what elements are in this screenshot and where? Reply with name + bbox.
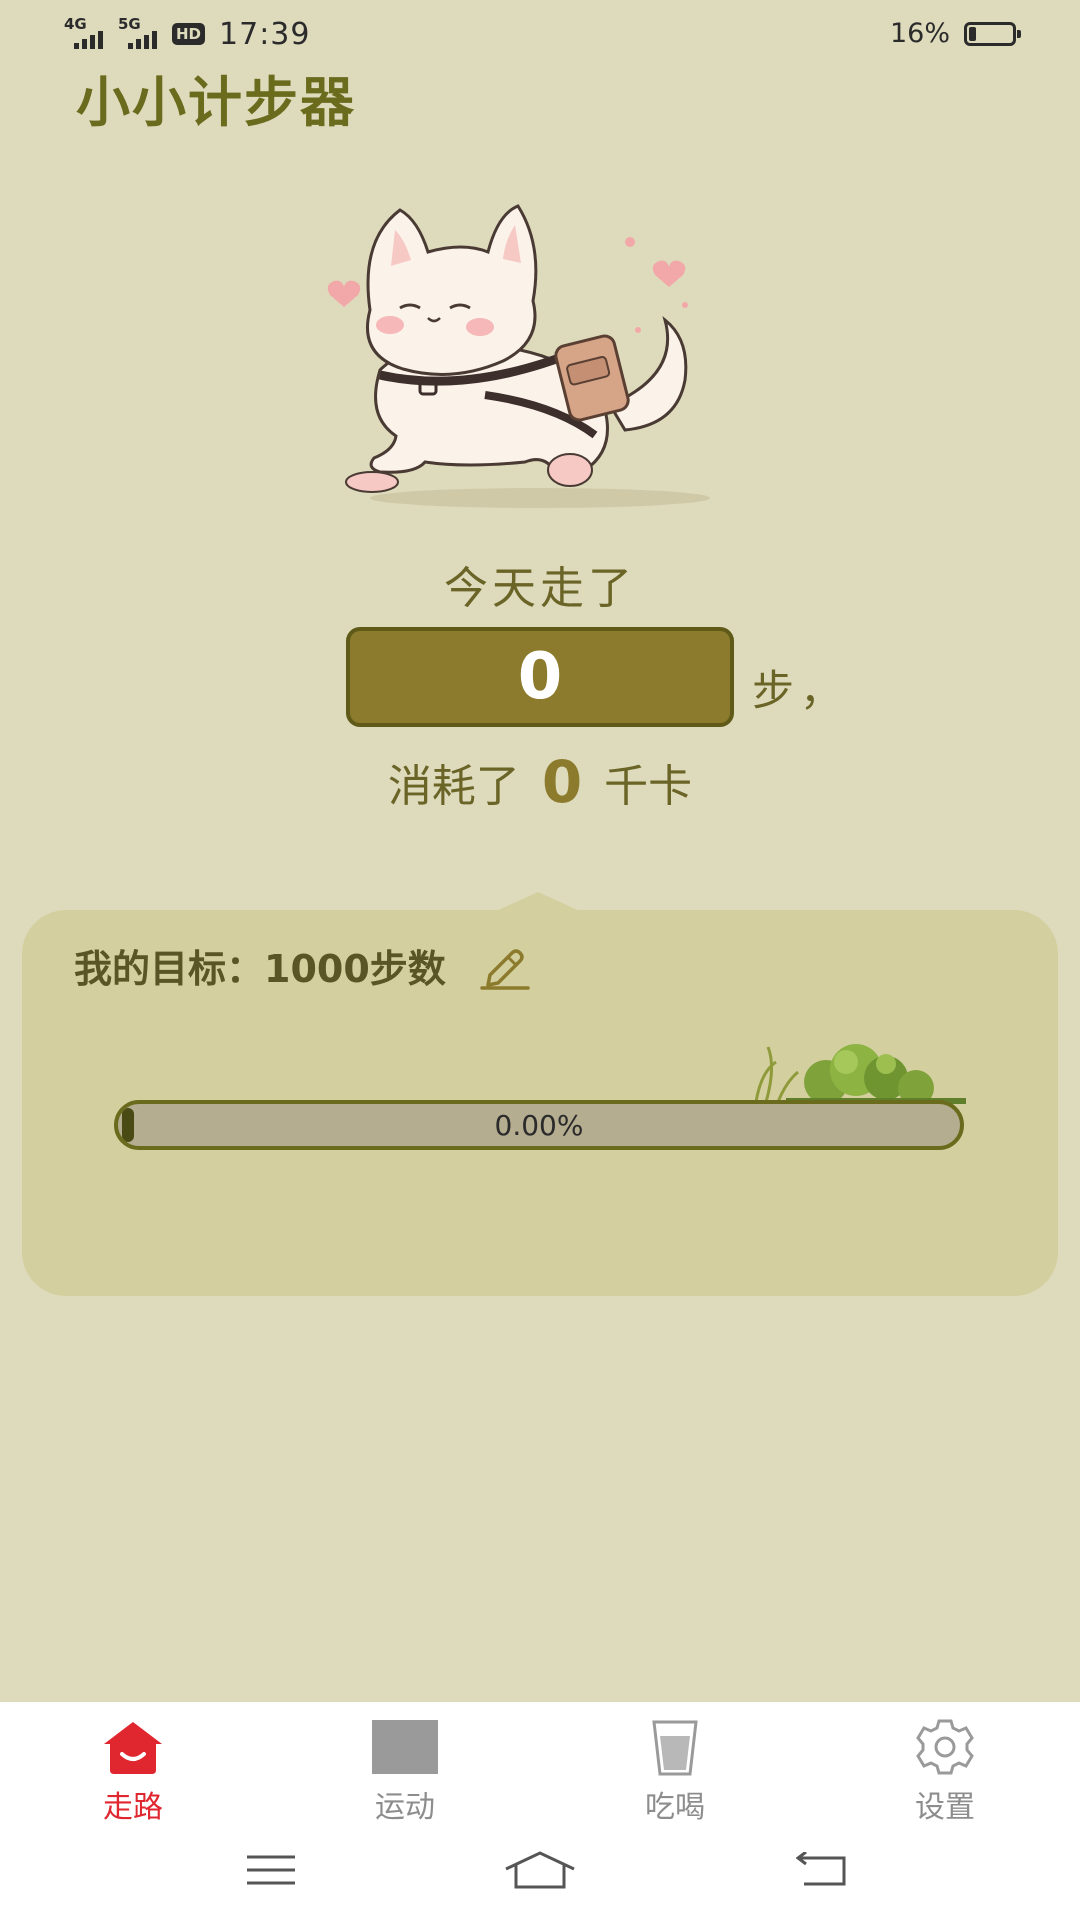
calorie-row: 消耗了 0 千卡 — [0, 748, 1080, 816]
edit-goal-button[interactable] — [476, 941, 532, 991]
gear-icon — [916, 1719, 974, 1775]
steps-unit-label: 步， — [752, 666, 849, 715]
step-count-value: 0 — [517, 640, 563, 714]
battery-percent: 16% — [889, 18, 950, 49]
tab-settings[interactable]: 设置 — [870, 1718, 1020, 1826]
tab-walk-label: 走路 — [103, 1790, 163, 1825]
home-outline-icon — [505, 1851, 575, 1889]
calorie-value: 0 — [541, 748, 583, 816]
progress-percent: 0.00% — [494, 1108, 584, 1142]
menu-nav-button[interactable] — [231, 1850, 311, 1890]
battery-icon — [964, 21, 1021, 46]
consumed-label: 消耗了 — [387, 761, 520, 812]
goal-label: 我的目标：1000步数 — [74, 947, 446, 991]
goal-row: 我的目标：1000步数 — [74, 938, 532, 993]
network-type-2: 5G — [118, 15, 141, 33]
signal-5g-icon: 5G — [118, 17, 164, 51]
menu-icon — [247, 1855, 295, 1885]
goal-progress-bar: 0.00% — [114, 1100, 964, 1150]
tab-settings-label: 设置 — [915, 1790, 975, 1825]
tab-eat-drink-label: 吃喝 — [645, 1790, 705, 1825]
exercise-icon — [372, 1720, 438, 1774]
home-icon — [104, 1722, 162, 1774]
cup-icon — [652, 1720, 698, 1776]
back-nav-button[interactable] — [782, 1850, 862, 1890]
tab-exercise-label: 运动 — [375, 1790, 435, 1825]
clock: 17:39 — [219, 16, 311, 52]
bush-decoration — [754, 1044, 966, 1104]
kcal-unit-label: 千卡 — [604, 761, 693, 812]
walking-cat-illustration — [327, 204, 710, 508]
hd-badge: HD — [172, 23, 206, 45]
step-count-box: 0 — [346, 627, 734, 727]
card-notch — [494, 892, 582, 912]
tab-walk[interactable]: 走路 — [58, 1718, 208, 1826]
network-type-1: 4G — [64, 15, 87, 33]
tab-eat-drink[interactable]: 吃喝 — [600, 1718, 750, 1826]
today-walked-label: 今天走了 — [444, 563, 636, 614]
tab-exercise[interactable]: 运动 — [330, 1718, 480, 1826]
app-title: 小小计步器 — [76, 71, 356, 134]
signal-4g-icon: 4G — [64, 17, 110, 51]
back-icon — [796, 1852, 846, 1886]
home-nav-button[interactable] — [500, 1850, 580, 1890]
status-bar: 4G 5G HD 17:39 16% — [0, 0, 1080, 66]
